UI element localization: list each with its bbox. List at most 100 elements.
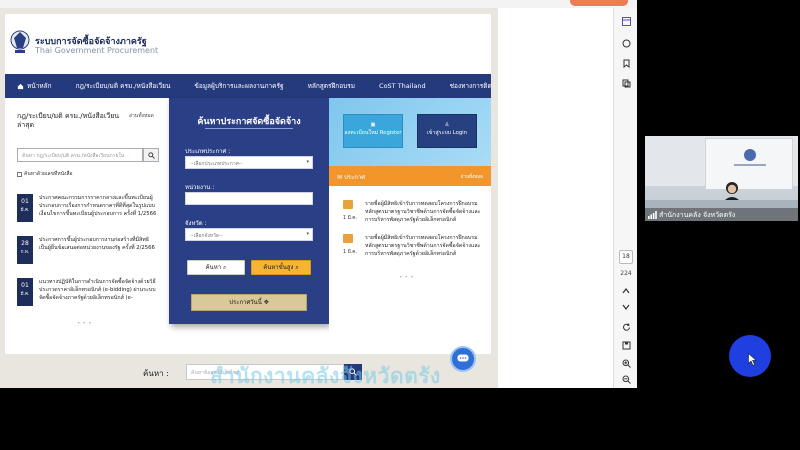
announcements-view-all-link[interactable]: อ่านทั้งหมด [461,173,483,180]
regulations-column: กฎ/ระเบียบ/มติ ครม./หนังสือเวียน ล่าสุด … [5,98,165,388]
news-text[interactable]: แนวทางปฏิบัติในการดำเนินการจัดซื้อจัดจ้า… [39,278,157,302]
nav-item-label: ข้อมูลผู้บริการและผลงานภาครัฐ [194,82,284,90]
agency-label: หน่วยงาน : [185,184,215,191]
announcement-type-select[interactable]: --เลือกประเภทประกาศ-- ▾ [185,156,313,169]
user-icon: ♙ [444,122,450,128]
bookmark-icon[interactable] [619,56,633,70]
search-button[interactable]: ค้นหา ⌕ [187,260,245,275]
news-date-badge: 28 ก.พ. [17,236,33,264]
news-month: ก.พ. [20,250,30,255]
document-icon [343,234,353,243]
website-frame: ระบบการจัดซื้อจัดจ้างภาครัฐ Thai Governm… [0,8,498,388]
comment-icon[interactable] [619,36,633,50]
copy-icon[interactable] [619,76,633,90]
news-text[interactable]: ประกาศการขึ้นผู้ประกอบการงานก่อสร้างที่ม… [39,236,157,252]
register-button[interactable]: ▣ ลงทะเบียนใหม่ Register [343,114,403,148]
announcements-title: ✉ ประกาศ [337,172,365,182]
document-icon [343,200,353,209]
regulations-view-all-link[interactable]: อ่านทั้งหมด [129,112,154,120]
announcement-text[interactable]: รายชื่อผู้มีสิทธิเข้ารับการทดสอบโครงการฝ… [365,234,487,258]
refresh-icon[interactable] [619,320,633,334]
panel-title-underline [205,128,293,129]
browser-top-strip [0,0,637,8]
panel-icon[interactable] [619,14,633,28]
today-announcement-button[interactable]: ประกาศวันนี้ ✥ [191,294,307,311]
list-item[interactable]: 1 มี.ค. รายชื่อผู้มีสิทธิเข้ารับการทดสอบ… [343,200,487,234]
announcement-type-label: ประเภทประกาศ : [185,148,231,155]
announcement-date: 1 มี.ค. [343,216,357,221]
website-page: ระบบการจัดซื้อจัดจ้างภาครัฐ Thai Governm… [5,14,491,388]
desktop-stage: ระบบการจัดซื้อจัดจ้างภาครัฐ Thai Governm… [0,0,800,450]
checkbox-label: ค้นหาด้วยเลขที่หนังสือ [24,171,73,177]
participant-video-tile[interactable]: สำนักงานคลัง จังหวัดตรัง [645,136,798,221]
page-number-box[interactable]: 18 [619,250,633,264]
zoom-in-icon[interactable] [619,356,633,370]
megaphone-icon: ✉ [337,174,343,181]
nav-item-courses[interactable]: หลักสูตรฝึกอบรม [296,81,367,91]
save-icon[interactable] [619,338,633,352]
agency-input[interactable] [185,192,313,205]
home-icon [17,83,24,89]
main-nav: หน้าหลัก กฎ/ระเบียบ/มติ ครม./หนังสือเวีย… [5,74,491,98]
today-announcement-label: ประกาศวันนี้ [229,299,262,306]
province-select[interactable]: --เลือกจังหวัด-- ▾ [185,228,313,241]
news-month: มี.ค. [20,208,30,213]
announcement-type-value: --เลือกประเภทประกาศ-- [190,161,243,167]
announcement-date: 1 มี.ค. [343,250,357,255]
list-item[interactable]: 1 มี.ค. รายชื่อผู้มีสิทธิเข้ารับการทดสอบ… [343,234,487,268]
login-banner: ▣ ลงทะเบียนใหม่ Register ♙ เข้าสู่ระบบ L… [329,98,491,166]
checkbox-box[interactable] [17,171,22,177]
carousel-dots[interactable]: ••• [399,274,416,281]
cursor-highlight [729,335,771,377]
list-item[interactable]: 28 ก.พ. ประกาศการขึ้นผู้ประกอบการงานก่อสร… [17,236,157,266]
procurement-search-panel: ค้นหาประกาศจัดซื้อจัดจ้าง ประเภทประกาศ :… [169,98,329,324]
chat-button[interactable] [450,346,476,372]
regulations-search-input[interactable]: ค้นหา กฎ/ระเบียบ/มติ ครม./หนังสือเวียนภา… [17,148,143,162]
announcement-text[interactable]: รายชื่อผู้มีสิทธิเข้ารับการทดสอบโครงการฝ… [365,200,487,224]
advanced-search-button[interactable]: ค้นหาขั้นสูง ⌕ [251,260,311,275]
login-button[interactable]: ♙ เข้าสู่ระบบ Login [417,114,477,148]
pdf-side-toolbar: 18 224 [613,8,637,388]
chevron-down-icon: ▾ [306,231,309,237]
list-item[interactable]: 01 มี.ค. แนวทางปฏิบัติในการดำเนินการจัดซื… [17,278,157,308]
news-day: 28 [21,240,29,247]
screen-blank-area [498,8,610,388]
nav-item-label: หลักสูตรฝึกอบรม [307,82,356,90]
register-icon: ▣ [370,122,376,128]
signal-icon [648,211,657,219]
nav-item-regulations[interactable]: กฎ/ระเบียบ/มติ ครม./หนังสือเวียน [64,81,183,91]
carousel-dots[interactable]: ••• [77,320,94,327]
ministry-logo-icon [734,149,766,166]
doc-number-checkbox[interactable]: ค้นหาด้วยเลขที่หนังสือ [17,170,73,178]
nav-item-services[interactable]: ข้อมูลผู้บริการและผลงานภาครัฐ [182,81,295,91]
news-day: 01 [21,282,29,289]
advanced-search-label: ค้นหาขั้นสูง [263,264,294,271]
regulations-heading: กฎ/ระเบียบ/มติ ครม./หนังสือเวียน ล่าสุด [17,112,120,129]
site-header: ระบบการจัดซื้อจัดจ้างภาครัฐ Thai Governm… [5,14,491,74]
nav-item-label: CoST Thailand [379,82,426,90]
chat-icon [457,354,469,362]
province-value: --เลือกจังหวัด-- [190,233,223,239]
search-button-label: ค้นหา [205,264,222,271]
zoom-out-icon[interactable] [619,372,633,386]
announcements-header: ✉ ประกาศ อ่านทั้งหมด [329,166,491,186]
chevron-down-icon[interactable] [619,300,633,314]
register-label: ลงทะเบียนใหม่ Register [344,130,402,136]
nav-item-cost-thailand[interactable]: CoST Thailand [367,82,438,90]
search-icon: ⌕ [223,264,227,271]
participant-name: สำนักงานคลัง จังหวัดตรัง [659,211,736,219]
garuda-seal-icon [10,30,30,53]
mouse-pointer-icon [748,353,757,366]
chevron-up-icon[interactable] [619,284,633,298]
site-search-label: ค้นหา : [143,369,169,378]
watermark-text: สำนักงานคลังจังหวัดตรัง [210,364,441,388]
nav-item-contact[interactable]: ช่องทางการติดต่อ [438,81,491,91]
regulations-search-button[interactable] [143,148,159,162]
nav-item-label: หน้าหลัก [27,82,52,90]
province-label: จังหวัด : [185,220,207,227]
list-item[interactable]: 01 มี.ค. ประกาศคณะกรรมการราคากลางและขึ้นท… [17,194,157,224]
news-text[interactable]: ประกาศคณะกรรมการราคากลางและขึ้นทะเบียนผู… [39,194,157,218]
share-indicator[interactable] [570,0,628,6]
video-backdrop-screen [705,138,793,190]
nav-item-home[interactable]: หน้าหลัก [5,81,64,91]
